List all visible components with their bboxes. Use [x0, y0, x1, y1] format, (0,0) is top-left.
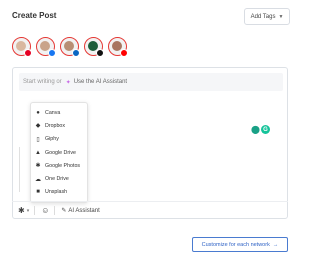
account-selector — [12, 37, 128, 57]
giphy-icon: ▯ — [36, 136, 40, 143]
menu-item-label: Canva — [45, 109, 61, 116]
customize-label: Customize for each network — [201, 241, 270, 248]
menu-item-label: Giphy — [45, 136, 59, 143]
toolbar-divider — [34, 206, 36, 215]
facebook-icon — [48, 49, 56, 57]
account-avatar-5[interactable] — [108, 37, 128, 57]
google-drive-icon: ▲ — [35, 149, 41, 156]
media-button[interactable]: ✱ ▾ — [18, 206, 29, 215]
pinwheel-icon: ✱ — [18, 206, 25, 215]
arrow-right-icon: → — [272, 241, 279, 248]
editor-side-icons: ⬤ G — [251, 125, 270, 134]
emoji-button[interactable]: ☺ — [41, 206, 49, 215]
google-photos-icon: ✱ — [35, 163, 41, 170]
menu-item-label: Dropbox — [45, 122, 66, 129]
dropbox-icon: ◆ — [35, 123, 41, 130]
emoji-icon: ☺ — [41, 206, 50, 215]
linkedin-icon — [72, 49, 80, 57]
menu-item-giphy[interactable]: ▯ Giphy — [31, 133, 87, 146]
magic-wand-icon: ✎ — [61, 208, 67, 214]
menu-item-google-photos[interactable]: ✱ Google Photos — [31, 159, 87, 172]
menu-item-onedrive[interactable]: ☁ One Drive — [31, 172, 87, 185]
menu-item-google-drive[interactable]: ▲ Google Drive — [31, 146, 87, 159]
editor-divider — [19, 147, 23, 192]
toolbar-divider — [54, 206, 56, 215]
canva-icon: ● — [36, 109, 40, 116]
customize-for-each-network-button[interactable]: Customize for each network → — [192, 237, 288, 252]
ai-assistant-button[interactable]: ✎ AI Assistant — [61, 207, 100, 215]
account-avatar-3[interactable] — [60, 37, 80, 57]
menu-item-label: Google Photos — [45, 162, 81, 169]
add-tags-button[interactable]: Add Tags ▼ — [244, 8, 290, 25]
use-ai-assistant-link[interactable]: ✦ Use the AI Assistant — [66, 79, 127, 86]
pinterest-icon — [24, 49, 32, 57]
menu-item-label: Unsplash — [45, 189, 68, 196]
youtube-icon — [120, 49, 128, 57]
editor-placeholder: Start writing or — [23, 79, 62, 85]
account-avatar-4[interactable] — [84, 37, 104, 57]
menu-item-canva[interactable]: ● Canva — [31, 106, 87, 119]
chevron-down-icon: ▼ — [278, 13, 284, 20]
magic-wand-icon: ✦ — [65, 79, 71, 86]
ai-assistant-label: AI Assistant — [68, 207, 100, 214]
account-avatar-1[interactable] — [12, 37, 32, 57]
editor-toolbar: ✱ ▾ ☺ ✎ AI Assistant — [12, 201, 288, 219]
location-pin-icon[interactable]: ⬤ — [251, 125, 260, 134]
menu-item-dropbox[interactable]: ◆ Dropbox — [31, 119, 87, 132]
menu-item-label: Google Drive — [45, 149, 76, 156]
grammarly-icon[interactable]: G — [261, 125, 270, 134]
page-title: Create Post — [12, 11, 57, 20]
unsplash-icon: ■ — [36, 189, 40, 196]
account-avatar-2[interactable] — [36, 37, 56, 57]
menu-item-unsplash[interactable]: ■ Unsplash — [31, 186, 87, 199]
post-text-input[interactable]: Start writing or ✦ Use the AI Assistant — [19, 73, 283, 91]
ai-link-label: Use the AI Assistant — [73, 79, 128, 85]
add-tags-label: Add Tags — [250, 13, 276, 20]
threads-icon — [96, 49, 104, 57]
chevron-down-icon: ▾ — [26, 207, 30, 214]
menu-item-label: One Drive — [45, 176, 69, 183]
media-source-menu: ● Canva ◆ Dropbox ▯ Giphy ▲ Google Drive… — [30, 102, 88, 203]
onedrive-icon: ☁ — [35, 176, 41, 183]
